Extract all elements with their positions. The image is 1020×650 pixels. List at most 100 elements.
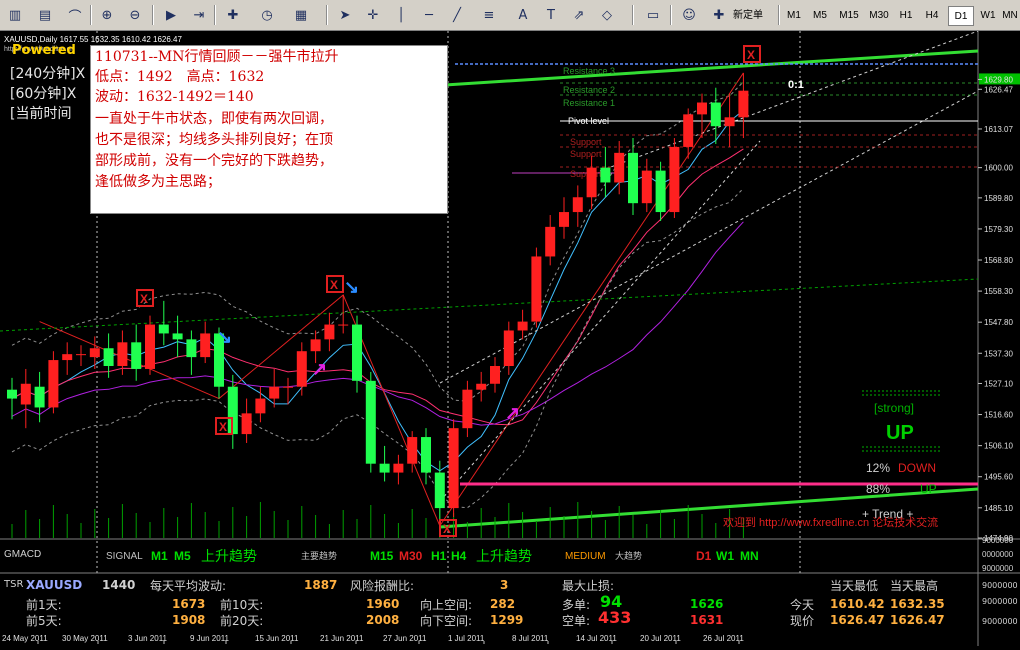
tsr-symbol: XAUUSD bbox=[26, 578, 83, 592]
resistance1-label: Resistance 1 bbox=[563, 98, 615, 108]
candle bbox=[655, 161, 666, 221]
chart-shift-icon[interactable]: ⇥ bbox=[188, 4, 210, 26]
date-tick: 27 Jun 2011 bbox=[383, 634, 427, 643]
rr-value: 3 bbox=[500, 578, 509, 592]
side-label-now: [当前时间 bbox=[10, 106, 72, 122]
up-label: UP bbox=[920, 482, 937, 496]
tf-m30[interactable]: M30 bbox=[864, 6, 894, 24]
d10-label: 前10天: bbox=[220, 598, 264, 612]
candle bbox=[145, 315, 155, 375]
d10-value: 1960 bbox=[366, 597, 400, 611]
strength-label: [strong] bbox=[874, 401, 914, 415]
pivot-label: Pivot level bbox=[568, 116, 609, 126]
sig-axis-0: 9000000 bbox=[982, 536, 1014, 545]
sig-m1: M1 bbox=[151, 549, 168, 563]
arrow-up-icon: ↗ bbox=[312, 359, 327, 379]
d1-label: 前1天: bbox=[26, 598, 62, 612]
today-low: 1610.42 bbox=[830, 597, 885, 611]
tsr-period: 1440 bbox=[102, 578, 136, 592]
new-order-button[interactable]: 新定单 bbox=[733, 6, 763, 21]
down-space-value: 1299 bbox=[490, 613, 524, 627]
arrow-down-icon: ↘ bbox=[217, 327, 232, 347]
price-tick: 1485.10 bbox=[984, 504, 1013, 513]
candle bbox=[448, 419, 459, 517]
down-label: DOWN bbox=[898, 461, 936, 475]
candle bbox=[669, 138, 680, 218]
line-chart-icon[interactable]: ⌒ bbox=[64, 4, 86, 26]
tsr-name: TSR bbox=[4, 579, 24, 590]
window-icon[interactable]: ▭ bbox=[642, 4, 664, 26]
price-tick: 1547.80 bbox=[984, 318, 1013, 327]
short-price: 1631 bbox=[690, 613, 724, 627]
tf-d1[interactable]: D1 bbox=[948, 6, 974, 26]
sig-trend1: 上升趋势 bbox=[201, 548, 257, 564]
tf-w1[interactable]: W1 bbox=[976, 6, 1000, 24]
d5-value: 1908 bbox=[172, 613, 206, 627]
bar-chart-icon[interactable]: ▥ bbox=[4, 4, 26, 26]
price-tick: 1626.47 bbox=[984, 85, 1013, 94]
sig-w1: W1 bbox=[716, 549, 734, 563]
periods-icon[interactable]: ◷ bbox=[256, 4, 278, 26]
tf-mn[interactable]: MN bbox=[1000, 6, 1020, 24]
crosshair-icon[interactable]: ✛ bbox=[362, 4, 384, 26]
tf-m1[interactable]: M1 bbox=[782, 6, 806, 24]
signal-label: SIGNAL bbox=[106, 551, 143, 562]
date-tick: 20 Jul 2011 bbox=[640, 634, 681, 643]
date-tick: 30 May 2011 bbox=[62, 634, 108, 643]
candlestick-icon[interactable]: ▤ bbox=[34, 4, 56, 26]
date-tick: 24 May 2011 bbox=[2, 634, 48, 643]
tf-m5[interactable]: M5 bbox=[808, 6, 832, 24]
tf-h1[interactable]: H1 bbox=[894, 6, 918, 24]
indicators-icon[interactable]: ✚ bbox=[222, 4, 244, 26]
d20-value: 2008 bbox=[366, 613, 400, 627]
zoom-in-icon[interactable]: ⊕ bbox=[96, 4, 118, 26]
vertical-line-icon[interactable]: │ bbox=[390, 4, 412, 26]
chart-window[interactable]: Resistance 3 Resistance 2 Resistance 1 P… bbox=[0, 30, 1020, 646]
resistance3-label: Resistance 3 bbox=[563, 66, 615, 76]
price-tick: 1629.80 bbox=[984, 75, 1013, 84]
price-tick: 1589.80 bbox=[984, 194, 1013, 203]
pct-down: 12% bbox=[866, 461, 890, 475]
down-space-label: 向下空间: bbox=[420, 614, 473, 628]
support2-label: Support bbox=[570, 149, 602, 159]
arrows-tool-icon[interactable]: ⇗ bbox=[568, 4, 590, 26]
day-low-label: 当天最低 bbox=[830, 579, 879, 593]
note-line: 一直处于牛市状态，即使有两次回调， bbox=[95, 111, 333, 127]
strength-up: UP bbox=[886, 422, 914, 444]
zoom-out-icon[interactable]: ⊖ bbox=[124, 4, 146, 26]
pct-up: 88% bbox=[866, 482, 890, 496]
tf-m15[interactable]: M15 bbox=[834, 6, 864, 24]
date-tick: 1 Jul 2011 bbox=[448, 634, 485, 643]
price-tick: 1558.30 bbox=[984, 287, 1013, 296]
horizontal-line-icon[interactable]: ─ bbox=[418, 4, 440, 26]
trendline-icon[interactable]: ╱ bbox=[446, 4, 468, 26]
sig-axis-1: 0000000 bbox=[982, 550, 1014, 559]
watermark: 欢迎到 http://www.fxredline.cn 论坛技术交流 bbox=[723, 515, 938, 529]
fibonacci-icon[interactable]: ≡ bbox=[478, 4, 500, 26]
expert-advisors-icon[interactable]: ☺ bbox=[678, 4, 700, 26]
tf-h4[interactable]: H4 bbox=[920, 6, 944, 24]
cursor-icon[interactable]: ➤ bbox=[334, 4, 356, 26]
note-line: 逢低做多为主思路； bbox=[95, 174, 221, 190]
d1-value: 1673 bbox=[172, 597, 206, 611]
date-tick: 15 Jun 2011 bbox=[255, 634, 299, 643]
price-tick: 1516.60 bbox=[984, 411, 1013, 420]
text-tool-icon[interactable]: A bbox=[512, 4, 534, 26]
up-space-value: 282 bbox=[490, 597, 516, 611]
new-order-icon[interactable]: ✚ bbox=[708, 4, 730, 26]
short-value: 433 bbox=[598, 608, 632, 627]
short-label: 空单: bbox=[562, 614, 591, 628]
date-tick: 3 Jun 2011 bbox=[128, 634, 168, 643]
resistance2-label: Resistance 2 bbox=[563, 85, 615, 95]
templates-icon[interactable]: ▦ bbox=[290, 4, 312, 26]
svg-text:X: X bbox=[330, 278, 338, 292]
d5-label: 前5天: bbox=[26, 614, 62, 628]
side-label-240: [240分钟]X bbox=[10, 66, 86, 82]
price-tick: 1600.00 bbox=[984, 164, 1013, 173]
label-tool-icon[interactable]: T bbox=[540, 4, 562, 26]
autoscroll-icon[interactable]: ▶ bbox=[160, 4, 182, 26]
support1-label: Support bbox=[570, 137, 602, 147]
shapes-icon[interactable]: ◇ bbox=[596, 4, 618, 26]
date-tick: 9 Jun 2011 bbox=[190, 634, 230, 643]
sig-m5: M5 bbox=[174, 549, 191, 563]
